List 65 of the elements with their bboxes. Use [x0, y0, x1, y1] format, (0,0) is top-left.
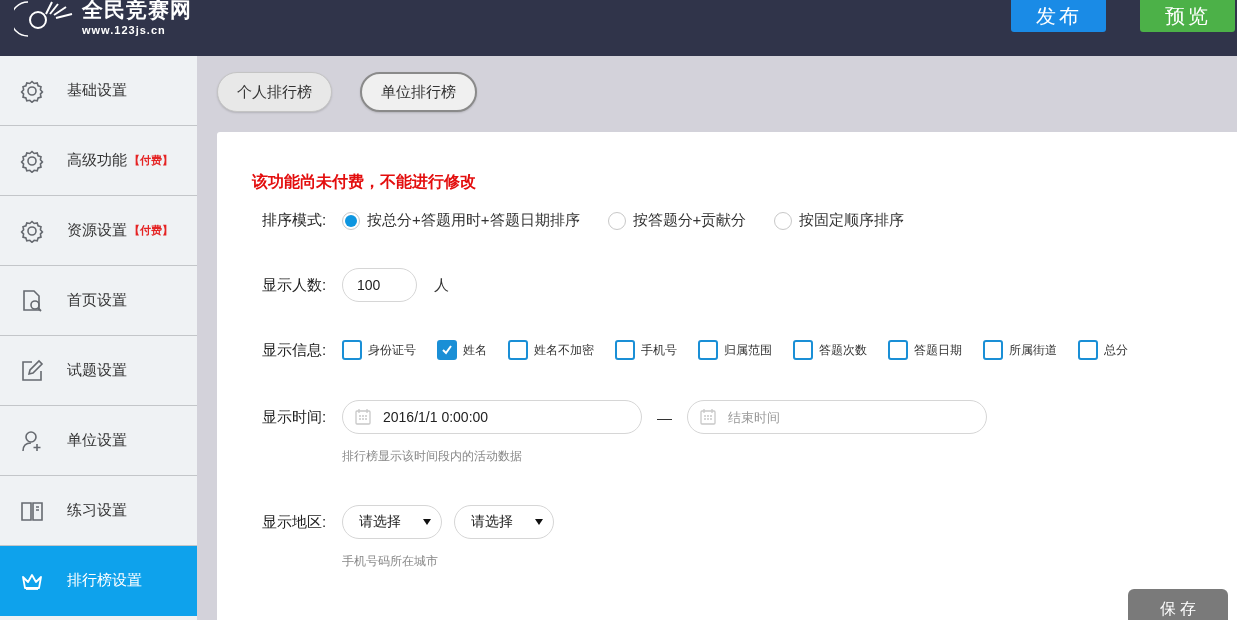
gear-icon [20, 78, 44, 103]
checkbox-label: 所属街道 [1009, 341, 1057, 359]
checkbox-label: 答题次数 [819, 341, 867, 359]
checkbox-label: 姓名 [463, 341, 487, 359]
field-label: 显示地区: [262, 512, 328, 532]
radio-button[interactable] [342, 211, 360, 230]
checkbox-label: 手机号 [641, 341, 677, 359]
range-separator: — [657, 408, 672, 426]
paid-label: 【付费】 [129, 223, 173, 238]
document-search-icon [20, 288, 44, 313]
save-button[interactable]: 保 存 [1128, 589, 1228, 620]
caret-icon [423, 519, 431, 525]
checkbox[interactable] [698, 340, 718, 360]
calendar-icon [699, 408, 717, 426]
checkbox[interactable] [615, 340, 635, 360]
radio-button[interactable] [774, 211, 793, 230]
sidebar-item-label: 首页设置 [67, 291, 127, 310]
checkbox-label: 身份证号 [368, 341, 416, 359]
sidebar-item-label: 基础设置 [67, 81, 127, 100]
start-date-field[interactable]: 2016/1/1 0:00:00 [342, 400, 642, 434]
radio-label: 按答题分+贡献分 [632, 211, 747, 230]
tab[interactable]: 单位排行榜 [360, 72, 477, 112]
region-select[interactable]: 请选择 [454, 505, 554, 539]
tab[interactable]: 个人排行榜 [217, 72, 332, 112]
end-date-field[interactable]: 结束时间 [687, 400, 987, 434]
sidebar-item-label: 高级功能 [67, 151, 127, 170]
count-input[interactable]: 100 [342, 268, 417, 302]
caret-icon [535, 519, 543, 525]
warning-text: 该功能尚未付费，不能进行修改 [252, 172, 477, 192]
sidebar-item-label: 排行榜设置 [67, 571, 142, 590]
checkbox[interactable] [888, 340, 908, 360]
checkbox[interactable] [793, 340, 813, 360]
sidebar-item-label: 单位设置 [67, 431, 127, 450]
sidebar-item-label: 资源设置 [67, 221, 127, 240]
checkbox[interactable] [983, 340, 1003, 360]
hint-text: 排行榜显示该时间段内的活动数据 [342, 448, 523, 465]
checkbox-label: 总分 [1104, 341, 1128, 359]
field-label: 显示时间: [262, 407, 328, 427]
checkbox[interactable] [508, 340, 528, 360]
checkbox[interactable] [437, 340, 457, 360]
radio-label: 按固定顺序排序 [799, 211, 905, 230]
paid-label: 【付费】 [129, 153, 173, 168]
checkbox[interactable] [1078, 340, 1098, 360]
edit-icon [20, 358, 44, 383]
user-add-icon [20, 428, 44, 453]
field-label: 显示人数: [262, 275, 328, 295]
logo-url: www.123js.cn [82, 24, 167, 36]
field-label: 显示信息: [262, 340, 328, 360]
checkbox[interactable] [342, 340, 362, 360]
radio-button[interactable] [607, 211, 626, 230]
radio-label: 按总分+答题用时+答题日期排序 [367, 211, 580, 230]
checkbox-label: 姓名不加密 [534, 341, 594, 359]
publish-button[interactable]: 发布 [1011, 0, 1106, 32]
sidebar-item-label: 练习设置 [67, 501, 127, 520]
unit-label: 人 [434, 275, 449, 295]
field-label: 排序模式: [262, 211, 328, 230]
checkbox-label: 答题日期 [914, 341, 962, 359]
gear-icon [20, 218, 44, 243]
check-icon [441, 344, 453, 356]
checkbox-label: 归属范围 [724, 341, 772, 359]
gear-icon [20, 148, 44, 173]
calendar-icon [354, 408, 372, 426]
hint-text: 手机号码所在城市 [342, 553, 439, 570]
sidebar-item-label: 试题设置 [67, 361, 127, 380]
region-select[interactable]: 请选择 [342, 505, 442, 539]
